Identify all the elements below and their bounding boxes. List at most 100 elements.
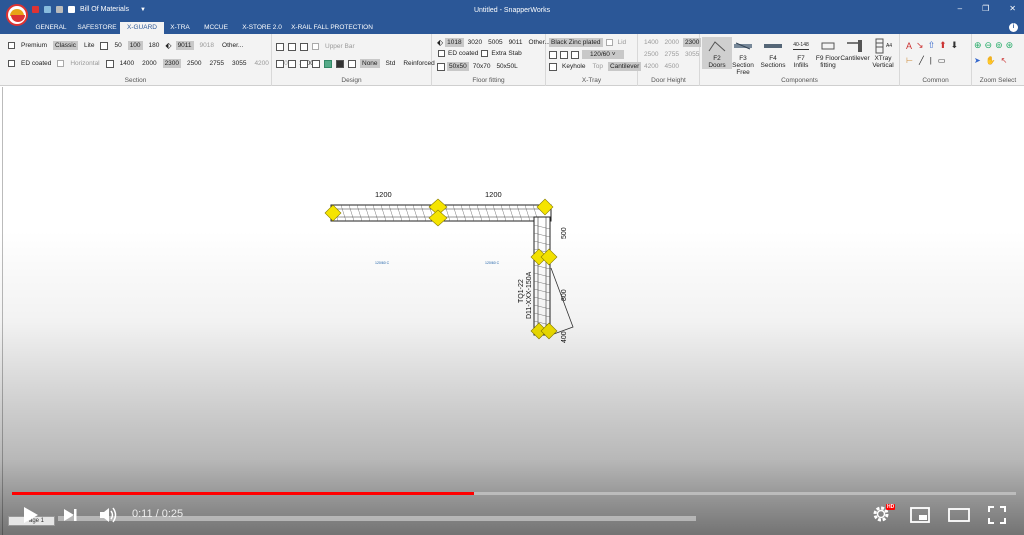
door-height-2500[interactable]: 2500 — [642, 50, 660, 59]
panel-half-icon[interactable] — [300, 59, 308, 68]
zoom-out-icon[interactable]: ⊖ — [985, 40, 993, 51]
floor-color-9011[interactable]: 9011 — [507, 38, 525, 47]
miniplayer-icon[interactable] — [910, 507, 930, 523]
color-other[interactable]: Other... — [220, 41, 245, 50]
vertical-line-icon[interactable]: | — [930, 56, 932, 65]
door-height-3055[interactable]: 3055 — [683, 50, 701, 59]
size-180[interactable]: 180 — [147, 41, 162, 50]
panel-plain-icon[interactable] — [288, 59, 296, 68]
keyhole-option[interactable]: Keyhole — [560, 62, 588, 71]
section-free-button[interactable]: F3 Section Free — [728, 37, 758, 76]
none-option[interactable]: None — [360, 59, 380, 68]
play-icon[interactable] — [20, 505, 40, 525]
panel-green-icon[interactable] — [324, 59, 332, 68]
tab-x-tra[interactable]: X-TRA — [164, 22, 196, 34]
minimize-button[interactable]: – — [958, 4, 962, 13]
floor-size-70x70[interactable]: 70x70 — [471, 62, 493, 71]
top-option[interactable]: Top — [591, 62, 605, 71]
door-height-1400[interactable]: 1400 — [642, 38, 660, 47]
premium-option[interactable]: Premium — [19, 41, 49, 50]
classic-option[interactable]: Classic — [53, 41, 78, 50]
video-progress-bar[interactable] — [12, 492, 1016, 495]
panel-dense-icon[interactable] — [336, 59, 344, 68]
layout-drawing[interactable]: 1200 1200 500 800 400 D11-XXX-150A TQ1-2… — [3, 87, 1023, 535]
tray-connector-icon[interactable] — [560, 50, 568, 59]
door-height-2000[interactable]: 2000 — [662, 38, 680, 47]
infills-button[interactable]: 40-148 F7 Infills — [786, 37, 816, 69]
zoom-window-icon[interactable]: ⊚ — [995, 40, 1003, 51]
height-3055[interactable]: 3055 — [230, 59, 248, 68]
lite-option[interactable]: Lite — [82, 41, 96, 50]
arrow-diagonal-icon[interactable]: ↘ — [916, 40, 924, 51]
tab-x-rail-fall-protection[interactable]: X-RAIL FALL PROTECTION — [288, 22, 376, 34]
height-2300[interactable]: 2300 — [162, 59, 182, 68]
zoom-in-icon[interactable]: ⊕ — [974, 40, 982, 51]
theater-mode-icon[interactable] — [948, 508, 970, 522]
mesh-plain-icon[interactable] — [288, 42, 296, 51]
maximize-button[interactable]: ❐ — [982, 4, 989, 13]
ed-coated-checkbox[interactable] — [8, 60, 15, 67]
vertical-run[interactable] — [533, 216, 551, 336]
zoom-extents-icon[interactable]: ⊛ — [1006, 40, 1014, 51]
snapperworks-logo-icon[interactable] — [6, 4, 28, 26]
select-pan-icon[interactable]: ✋ — [986, 56, 996, 65]
premium-checkbox[interactable] — [8, 42, 15, 49]
fullscreen-icon[interactable] — [988, 506, 1006, 524]
arrow-up-outline-icon[interactable]: ⇧ — [928, 40, 936, 51]
text-tool-icon[interactable]: A — [906, 41, 912, 51]
tray-size-dropdown[interactable]: 120/60 ˅ — [582, 50, 624, 59]
arrow-up-icon[interactable]: ⬆ — [939, 40, 947, 51]
size-50[interactable]: 50 — [112, 41, 123, 50]
tab-safestore[interactable]: SAFESTORE — [74, 22, 120, 34]
height-4200[interactable]: 4200 — [252, 59, 270, 68]
lid-checkbox[interactable] — [605, 39, 613, 46]
panel-grid-icon[interactable] — [276, 59, 284, 68]
mesh-grid-icon[interactable] — [276, 42, 284, 51]
horizontal-checkbox[interactable] — [57, 60, 65, 67]
cantilever-option[interactable]: Cantilever — [607, 62, 642, 71]
height-2755[interactable]: 2755 — [208, 59, 226, 68]
tab-x-store[interactable]: X-STORE 2.0 — [236, 22, 288, 34]
extra-stab-checkbox[interactable] — [481, 50, 489, 57]
height-1400[interactable]: 1400 — [118, 59, 136, 68]
next-icon[interactable] — [62, 507, 78, 523]
door-height-2300[interactable]: 2300 — [682, 38, 702, 47]
tab-x-guard[interactable]: X-GUARD — [120, 22, 164, 34]
drawing-canvas[interactable]: 1200 1200 500 800 400 D11-XXX-150A TQ1-2… — [2, 87, 1022, 535]
xtray-vertical-button[interactable]: A4 XTray Vertical — [868, 37, 898, 69]
upper-bar-checkbox[interactable] — [312, 43, 319, 50]
floor-color-5005[interactable]: 5005 — [486, 38, 504, 47]
color-9018[interactable]: 9018 — [198, 41, 216, 50]
floor-fitting-button[interactable]: F9 Floor fitting — [813, 37, 843, 69]
floor-size-50x50l[interactable]: 50x50L — [494, 62, 519, 71]
door-height-4200[interactable]: 4200 — [642, 62, 660, 71]
floor-size-50x50[interactable]: 50x50 — [447, 62, 469, 71]
finish-black-zinc[interactable]: Black Zinc plated — [549, 38, 603, 47]
volume-icon[interactable] — [98, 506, 118, 524]
pointer-icon[interactable]: ↖ — [1001, 56, 1008, 65]
height-2000[interactable]: 2000 — [140, 59, 158, 68]
floor-color-3020[interactable]: 3020 — [466, 38, 484, 47]
select-icon[interactable]: ➤ — [974, 56, 981, 65]
floor-ed-coated-checkbox[interactable] — [438, 50, 445, 57]
help-icon[interactable]: i — [1009, 23, 1018, 32]
size-100[interactable]: 100 — [127, 41, 143, 50]
floor-color-1018[interactable]: 1018 — [445, 38, 464, 47]
panel-bar-icon[interactable] — [312, 59, 320, 68]
arrow-down-icon[interactable]: ⬇ — [951, 40, 959, 51]
close-button[interactable]: ✕ — [1009, 4, 1016, 13]
cantilever-button[interactable]: Cantilever — [840, 37, 870, 62]
sections-button[interactable]: F4 Sections — [758, 37, 788, 69]
measure-icon[interactable]: ⊢ — [906, 56, 913, 65]
door-height-2755[interactable]: 2755 — [662, 50, 680, 59]
color-9011[interactable]: 9011 — [175, 41, 194, 50]
height-2500[interactable]: 2500 — [185, 59, 203, 68]
tray-bend-icon[interactable] — [549, 50, 557, 59]
tab-mccue[interactable]: MCCUE — [196, 22, 236, 34]
rectangle-tool-icon[interactable]: ▭ — [938, 56, 946, 65]
mesh-split-icon[interactable] — [300, 42, 308, 51]
line-tool-icon[interactable]: ╱ — [919, 56, 924, 65]
tab-general[interactable]: GENERAL — [28, 22, 74, 34]
kickplate-icon[interactable] — [348, 59, 356, 68]
tray-cutter-icon[interactable] — [571, 50, 579, 59]
